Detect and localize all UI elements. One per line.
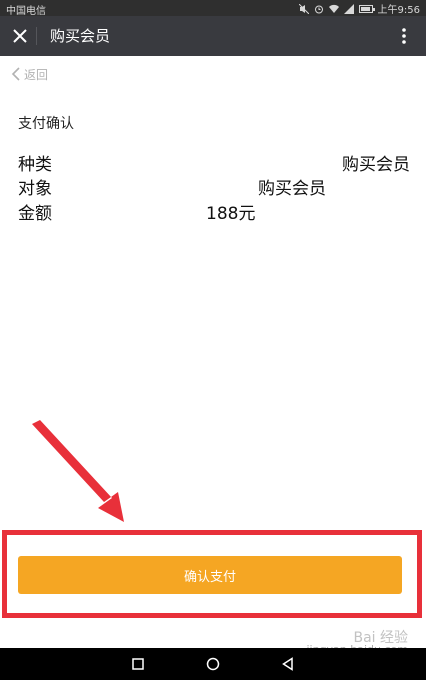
back-link[interactable]: 返回 [11, 64, 48, 84]
detail-label: 种类 [18, 155, 52, 175]
detail-row-type: 种类 购买会员 [18, 154, 410, 176]
alarm-icon [314, 5, 323, 13]
status-time: 上午9:56 [377, 5, 420, 16]
mute-icon [298, 3, 309, 14]
detail-value: 188元 [206, 204, 256, 224]
home-icon[interactable] [205, 656, 221, 672]
chevron-left-icon [11, 67, 20, 81]
page-title: 购买会员 [50, 27, 111, 45]
back-label: 返回 [24, 67, 49, 82]
battery-icon [358, 4, 375, 13]
title-bar: 购买会员 [0, 16, 426, 56]
section-title: 支付确认 [18, 116, 74, 132]
status-icons: 上午9:56 [298, 1, 420, 16]
confirm-payment-label: 确认支付 [183, 569, 236, 585]
back-triangle-icon[interactable] [280, 656, 296, 672]
close-icon[interactable] [6, 22, 34, 50]
system-navigation-bar [0, 648, 426, 680]
signal-icon [343, 3, 354, 14]
confirm-payment-button[interactable]: 确认支付 [18, 556, 402, 594]
detail-row-target: 对象 购买会员 [18, 178, 410, 200]
more-options-icon[interactable] [390, 22, 418, 50]
title-divider [36, 27, 37, 45]
status-bar: 中国电信 上午9:56 [0, 0, 426, 17]
detail-value: 购买会员 [342, 155, 410, 175]
carrier-name: 中国电信 [6, 6, 46, 17]
detail-label: 对象 [18, 179, 52, 199]
wifi-icon [328, 4, 339, 13]
detail-label: 金额 [18, 204, 52, 224]
detail-value: 购买会员 [258, 179, 326, 199]
recent-apps-icon[interactable] [130, 656, 146, 672]
detail-row-amount: 金额 188元 [18, 203, 410, 225]
